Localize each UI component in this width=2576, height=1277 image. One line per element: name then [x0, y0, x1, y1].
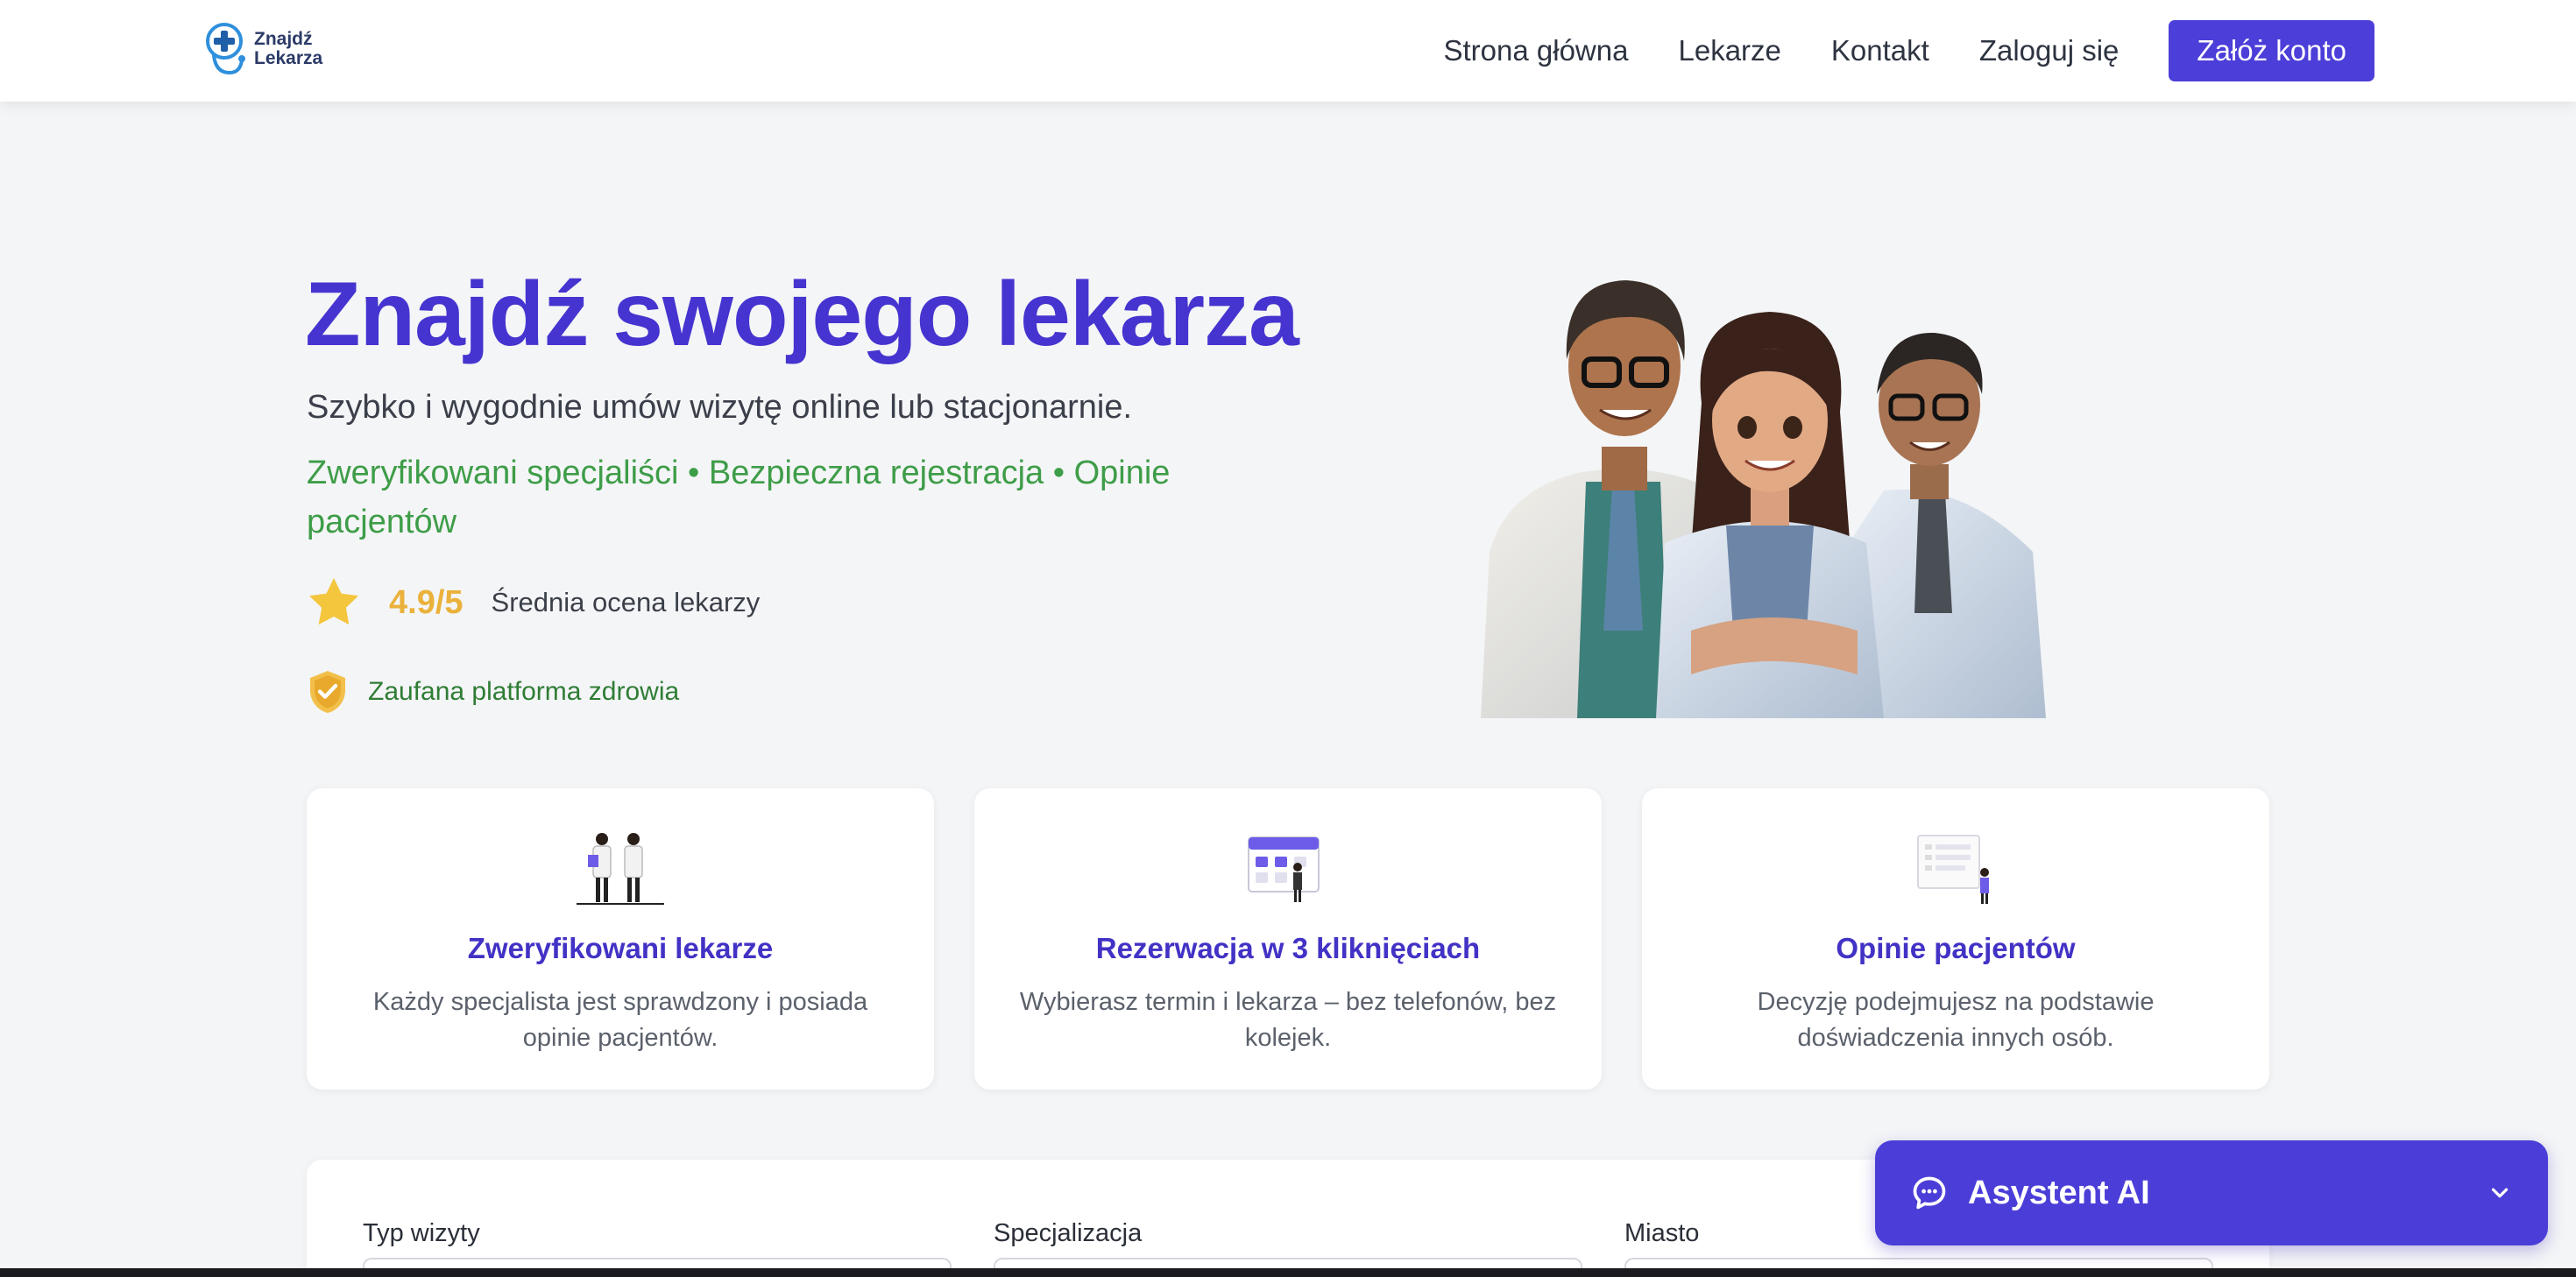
register-button[interactable]: Załóż konto — [2169, 20, 2374, 81]
feature-card-verified: Zweryfikowani lekarze Każdy specjalista … — [307, 788, 934, 1090]
chat-bubble-icon — [1913, 1176, 1946, 1210]
card-description: Decyzję podejmujesz na podstawie doświad… — [1757, 988, 2155, 1052]
nav-link-login[interactable]: Zaloguj się — [1979, 34, 2120, 67]
card-icon-wrap — [974, 829, 1602, 907]
reviews-icon — [1917, 835, 1989, 904]
card-title: Rezerwacja w 3 kliknięciach — [1095, 932, 1481, 964]
card-description: Każdy specjalista jest sprawdzony i posi… — [372, 988, 868, 1052]
stethoscope-plus-icon — [206, 23, 245, 75]
card-description: Wybierasz termin i lekarza – bez telefon… — [1019, 988, 1557, 1052]
hero-features: Zweryfikowani specjaliści • Bezpieczna r… — [307, 455, 1171, 540]
window-bottom-edge — [0, 1268, 2576, 1277]
card-title: Zweryfikowani lekarze — [467, 932, 774, 964]
hero-title: Znajdź swojego lekarza — [305, 264, 1299, 365]
feature-card-booking: Rezerwacja w 3 kliknięciach Wybierasz te… — [974, 788, 1602, 1090]
nav-link-contact[interactable]: Kontakt — [1831, 34, 1929, 67]
calendar-booking-icon — [1248, 836, 1320, 902]
logo-line-1: Znajdź — [254, 29, 313, 49]
chevron-down-icon[interactable] — [2487, 1180, 2513, 1206]
rating-value: 4.9/5 — [389, 583, 464, 621]
feature-card-reviews: Opinie pacjentów Decyzję podejmujesz na … — [1642, 788, 2269, 1090]
hero-subtitle: Szybko i wygodnie umów wizytę online lub… — [307, 389, 1133, 426]
specialization-label: Specjalizacja — [994, 1219, 1143, 1247]
city-label: Miasto — [1624, 1219, 1700, 1247]
card-title: Opinie pacjentów — [1836, 932, 2076, 964]
trust-label: Zaufana platforma zdrowia — [368, 677, 680, 706]
nav-link-doctors[interactable]: Lekarze — [1678, 34, 1780, 67]
card-icon-wrap — [307, 829, 934, 907]
star-icon — [309, 578, 358, 625]
logo[interactable]: Znajdź Lekarza — [205, 21, 322, 77]
trust-row: Zaufana platforma zdrowia — [307, 667, 679, 716]
ai-assistant-widget[interactable]: Asystent AI — [1875, 1140, 2548, 1245]
rating-row: 4.9/5 Średnia ocena lekarzy — [305, 571, 760, 634]
logo-text: Znajdź Lekarza — [254, 30, 322, 68]
card-icon-wrap — [1642, 829, 2269, 907]
shield-check-icon — [310, 671, 345, 713]
rating-label: Średnia ocena lekarzy — [491, 587, 761, 617]
top-navbar: Znajdź Lekarza Strona główna Lekarze Kon… — [0, 0, 2576, 102]
logo-line-2: Lekarza — [254, 48, 323, 68]
doctors-illustration — [1481, 280, 2046, 718]
visit-type-label: Typ wizyty — [363, 1219, 480, 1247]
nav-link-home[interactable]: Strona główna — [1444, 34, 1629, 67]
doctors-icon — [577, 833, 664, 905]
nav-menu: Strona główna Lekarze Kontakt Zaloguj si… — [1394, 19, 2374, 82]
ai-assistant-label: Asystent AI — [1968, 1174, 2150, 1211]
